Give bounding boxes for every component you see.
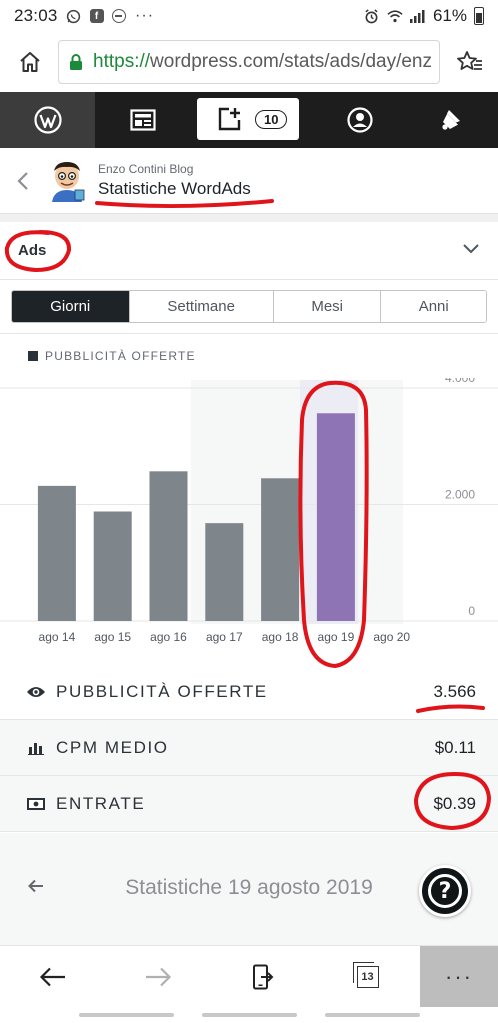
site-header: Enzo Contini Blog Statistiche WordAds [0, 148, 498, 214]
stat-row-impressions[interactable]: PUBBLICITÀ OFFERTE 3.566 [0, 664, 498, 720]
stat-row-cpm[interactable]: CPM MEDIO $0.11 [0, 720, 498, 776]
wp-masterbar: 10 [0, 92, 498, 148]
ads-bar-chart: 0 2.000 4.000 ago 14 ago 15 ago 16 ago 17 ago … [0, 378, 498, 644]
reader-icon [129, 109, 156, 131]
lock-icon [69, 54, 83, 70]
reader-button[interactable] [95, 92, 190, 148]
gesture-handle [201, 1013, 297, 1017]
stat-label: CPM MEDIO [56, 737, 169, 757]
legend-label: PUBBLICITÀ OFFERTE [45, 349, 196, 363]
help-button[interactable]: ? [419, 865, 471, 917]
browser-forward-button[interactable] [105, 946, 210, 1007]
tab-giorni[interactable]: Giorni [12, 291, 129, 322]
chevron-left-icon [17, 171, 28, 190]
browser-back-button[interactable] [0, 946, 105, 1007]
tab-settimane[interactable]: Settimane [128, 291, 273, 322]
back-button[interactable] [0, 148, 46, 214]
status-time: 23:03 [14, 6, 58, 25]
browser-menu-button[interactable]: ··· [420, 946, 498, 1007]
x-tick-label: ago 17 [206, 630, 243, 644]
chart-bar-ago-19[interactable] [316, 413, 355, 621]
share-to-device-button[interactable] [210, 946, 315, 1007]
signal-icon [410, 8, 426, 24]
home-button[interactable] [0, 32, 60, 92]
x-tick-label: ago 18 [262, 630, 299, 644]
battery-percent: 61% [432, 6, 467, 25]
my-sites-button[interactable] [0, 92, 95, 148]
drafts-count-badge: 10 [255, 109, 288, 129]
stat-value: $0.39 [433, 793, 476, 813]
user-icon [347, 107, 373, 133]
write-post-button[interactable]: 10 [190, 92, 314, 148]
new-post-icon [218, 107, 241, 131]
module-title: Ads [18, 242, 47, 259]
chart-bar-ago-15[interactable] [93, 511, 132, 621]
url-text: wordpress.com/stats/ads/day/enz [150, 51, 432, 72]
tab-anni[interactable]: Anni [380, 291, 486, 322]
alarm-icon [364, 8, 380, 24]
tabs-button[interactable]: 13 [315, 946, 420, 1007]
more-icon: ··· [445, 963, 473, 989]
home-icon [20, 52, 40, 72]
site-avatar [48, 160, 86, 202]
browser-bottom-bar: 13 ··· [0, 945, 498, 1007]
battery-icon [474, 7, 484, 25]
star-list-icon [457, 51, 482, 70]
site-name: Enzo Contini Blog [98, 162, 194, 176]
dnd-icon [111, 9, 126, 23]
x-tick-label: ago 19 [318, 630, 355, 644]
whatsapp-icon [66, 8, 82, 24]
y-tick-label: 4.000 [445, 378, 475, 385]
more-notifications-icon: ··· [135, 7, 155, 24]
money-icon [26, 794, 46, 814]
gesture-bar [0, 1007, 498, 1023]
chart-bar-ago-18[interactable] [261, 478, 300, 621]
page-title: Statistiche WordAds [98, 179, 251, 198]
url-scheme: https:// [93, 51, 151, 72]
bar-chart-icon [26, 738, 46, 758]
legend-swatch [28, 351, 38, 361]
y-tick-label: 0 [468, 604, 475, 618]
gesture-handle [78, 1013, 174, 1017]
chart-bar-ago-17[interactable] [205, 523, 244, 621]
status-bar: 23:03 f ··· 61% [0, 0, 498, 32]
phone-share-icon [252, 964, 273, 989]
tab-mesi[interactable]: Mesi [272, 291, 381, 322]
notifications-button[interactable] [406, 92, 498, 148]
stat-row-earnings[interactable]: ENTRATE $0.39 [0, 776, 498, 832]
stat-value: $0.11 [434, 737, 476, 757]
tab-count: 13 [352, 961, 379, 988]
bell-icon [442, 110, 460, 130]
wordpress-logo-icon [33, 106, 62, 134]
divider [0, 333, 498, 334]
chart-bar-ago-14[interactable] [37, 485, 76, 621]
stat-value: 3.566 [433, 681, 476, 701]
arrow-right-icon [145, 967, 171, 986]
x-tick-label: ago 20 [373, 630, 410, 644]
stat-label: ENTRATE [56, 793, 146, 813]
gesture-handle [324, 1013, 420, 1017]
address-bar[interactable]: https://wordpress.com/stats/ads/day/enz [58, 40, 440, 84]
chevron-down-icon[interactable] [462, 242, 480, 260]
stat-label: PUBBLICITÀ OFFERTE [56, 681, 268, 701]
facebook-icon: f [89, 9, 104, 23]
wifi-icon [387, 8, 403, 24]
x-tick-label: ago 14 [39, 630, 76, 644]
eye-icon [26, 682, 46, 702]
favorites-button[interactable] [448, 32, 492, 92]
y-tick-label: 2.000 [445, 488, 475, 502]
period-tabs: Giorni Settimane Mesi Anni [11, 290, 487, 323]
help-icon: ? [428, 874, 462, 908]
browser-toolbar: https://wordpress.com/stats/ads/day/enz [0, 32, 498, 92]
chart-legend: PUBBLICITÀ OFFERTE [28, 349, 196, 363]
arrow-left-icon [39, 967, 65, 986]
section-gap [0, 214, 498, 222]
x-tick-label: ago 16 [150, 630, 187, 644]
ads-module-header[interactable]: Ads [0, 222, 498, 280]
chart-bar-ago-16[interactable] [149, 471, 188, 621]
x-tick-label: ago 15 [94, 630, 131, 644]
me-profile-button[interactable] [314, 92, 406, 148]
